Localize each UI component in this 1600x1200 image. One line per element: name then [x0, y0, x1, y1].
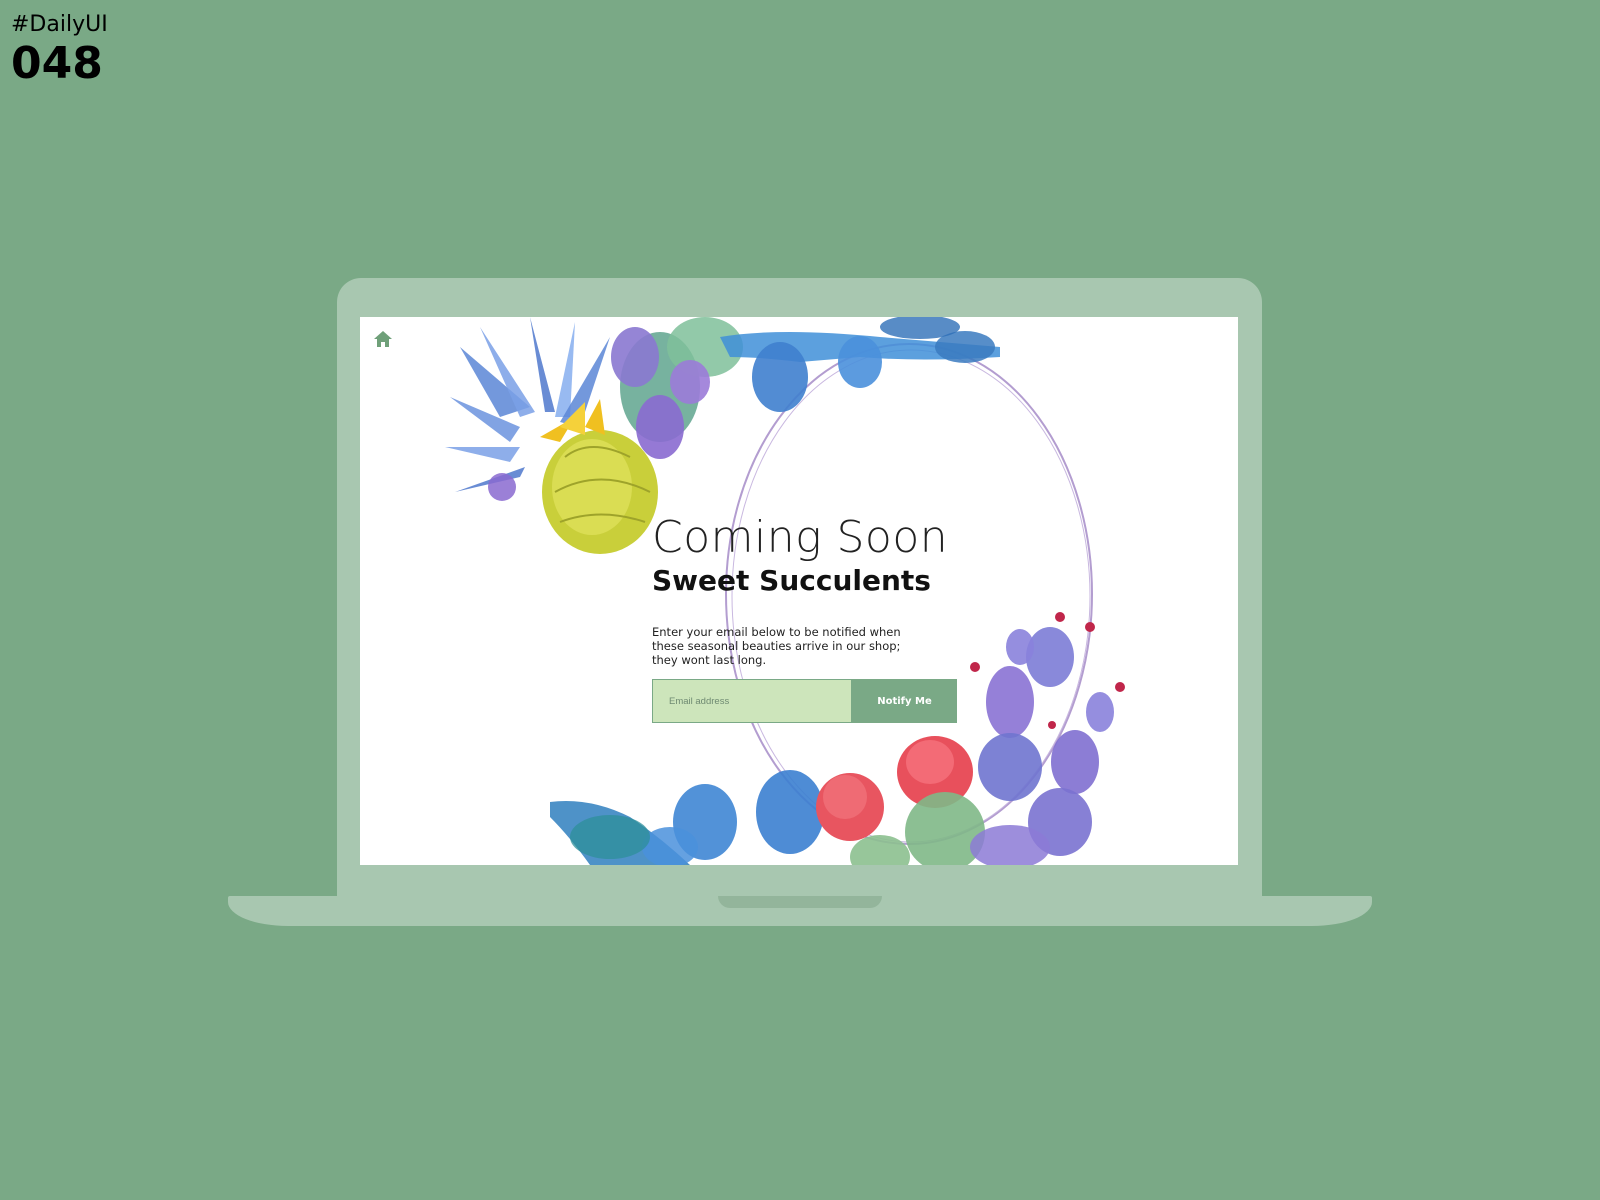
red-cactus-flowers	[816, 736, 985, 865]
hashtag-label: #DailyUI	[11, 12, 108, 37]
blue-cactus-branch-top	[720, 317, 1000, 412]
email-input[interactable]	[652, 679, 852, 723]
notify-me-button[interactable]: Notify Me	[852, 679, 957, 723]
home-button[interactable]	[372, 329, 394, 349]
blue-cactus-bottom-left	[550, 770, 824, 865]
dailyui-tag: #DailyUI 048	[11, 10, 108, 88]
brand-title: Sweet Succulents	[652, 564, 931, 597]
notify-form: Notify Me	[652, 679, 957, 723]
laptop-screen: Coming Soon Sweet Succulents Enter your …	[360, 317, 1238, 865]
purple-prickly-pear	[970, 612, 1125, 865]
coming-soon-panel: Coming Soon Sweet Succulents Enter your …	[652, 513, 992, 723]
laptop-notch	[718, 896, 882, 908]
description-text: Enter your email below to be notified wh…	[652, 625, 901, 667]
home-icon	[374, 331, 392, 347]
headline: Coming Soon	[652, 512, 949, 563]
day-number: 048	[11, 38, 103, 89]
